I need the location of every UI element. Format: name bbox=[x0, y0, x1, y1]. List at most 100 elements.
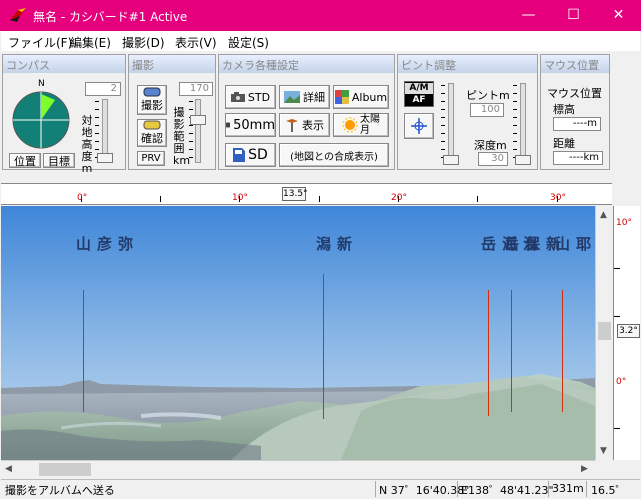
std-button[interactable]: STD bbox=[225, 85, 276, 109]
display-button[interactable]: 表示 bbox=[279, 113, 330, 137]
app-logo-icon bbox=[10, 8, 26, 22]
moon-label: 月 bbox=[360, 125, 370, 136]
sd-button[interactable]: SD bbox=[225, 143, 276, 167]
detail-button-label: 詳細 bbox=[303, 91, 325, 104]
prv-button[interactable]: PRV bbox=[137, 151, 165, 166]
range-value: 170 bbox=[179, 82, 213, 96]
mouse-panel: マウス位置 マウス位置 標高 ----m 距離 ----km bbox=[540, 54, 610, 170]
close-button[interactable]: ✕ bbox=[596, 0, 641, 31]
height-slider-ticks bbox=[95, 101, 99, 161]
azimuth-ruler[interactable]: 0° 10° 20° 30° 13.5° bbox=[1, 183, 612, 205]
signpost-icon bbox=[286, 119, 298, 132]
vertical-scrollbar[interactable]: ▲ ▼ bbox=[595, 206, 613, 460]
depth-slider-ticks bbox=[513, 85, 517, 163]
vertical-scroll-thumb[interactable] bbox=[598, 322, 611, 340]
focus-panel-title: ピント調整 bbox=[398, 55, 537, 73]
album-button[interactable]: Album bbox=[333, 85, 389, 109]
vruler-label-bottom: 0° bbox=[616, 377, 627, 387]
range-slider-thumb[interactable] bbox=[190, 115, 206, 125]
status-angle: 16.5゜ bbox=[591, 484, 627, 497]
status-separator bbox=[548, 481, 549, 497]
lens-50mm-label: 50mm bbox=[233, 117, 275, 133]
peak-label: 弥彦山 bbox=[74, 236, 134, 253]
menu-edit[interactable]: 編集(E) bbox=[70, 34, 111, 51]
shoot-panel-title: 撮影 bbox=[129, 55, 215, 73]
camera-small-icon bbox=[230, 92, 245, 102]
horizontal-scrollbar[interactable]: ◀ ▶ bbox=[1, 460, 595, 478]
height-value: 2 bbox=[85, 82, 121, 96]
detail-button[interactable]: 詳細 bbox=[279, 85, 330, 109]
shoot-button[interactable]: 撮影 bbox=[137, 85, 167, 115]
album-icon bbox=[334, 90, 349, 104]
landscape-icon bbox=[284, 91, 300, 103]
maximize-button[interactable]: ☐ bbox=[551, 0, 596, 31]
status-separator bbox=[375, 481, 376, 497]
peak-label: 新潟 bbox=[314, 236, 353, 253]
peak-marker-line bbox=[562, 290, 563, 412]
confirm-button-label: 確認 bbox=[141, 132, 163, 145]
std-button-label: STD bbox=[247, 90, 271, 104]
elevation-ruler[interactable]: 10° 3.2° 0° bbox=[613, 206, 640, 460]
scroll-left-arrow-icon[interactable]: ◀ bbox=[5, 464, 12, 474]
scroll-right-arrow-icon[interactable]: ▶ bbox=[581, 464, 588, 474]
height-label: 対地高度m bbox=[81, 114, 93, 175]
range-slider-track[interactable] bbox=[195, 99, 201, 163]
minimize-button[interactable]: — bbox=[506, 0, 551, 31]
focus-value: 100 bbox=[470, 103, 504, 117]
sun-moon-button[interactable]: 太陽 月 bbox=[333, 113, 389, 137]
focus-label: ピントm bbox=[466, 89, 510, 102]
status-separator bbox=[586, 481, 587, 497]
sun-moon-labels: 太陽 月 bbox=[360, 114, 380, 136]
window-title: 無名 - カシバード#1 Active bbox=[33, 10, 188, 24]
shoot-button-label: 撮影 bbox=[141, 99, 163, 112]
status-longitude: E138゜48'41.23" bbox=[461, 484, 554, 497]
vruler-tick bbox=[614, 428, 620, 429]
scroll-down-arrow-icon[interactable]: ▼ bbox=[600, 446, 607, 456]
confirm-button[interactable]: 確認 bbox=[137, 119, 167, 147]
panorama-view[interactable]: 弥彦山 新潟 温海岳 新保岳 摩耶山 bbox=[1, 206, 595, 460]
range-slider-ticks bbox=[189, 101, 193, 161]
camera-panel-title: カメラ各種設定 bbox=[219, 55, 394, 73]
menu-view[interactable]: 表示(V) bbox=[175, 34, 217, 51]
album-button-label: Album bbox=[351, 90, 388, 104]
vruler-label-top: 10° bbox=[616, 218, 632, 228]
elevation-value: ----m bbox=[553, 117, 601, 131]
horizontal-scroll-thumb[interactable] bbox=[39, 463, 91, 476]
lens-50mm-button[interactable]: 50mm bbox=[225, 113, 276, 137]
ruler-label-10: 10° bbox=[232, 193, 248, 203]
status-elevation: 331m bbox=[552, 482, 584, 495]
azimuth-cursor[interactable]: 13.5° bbox=[282, 187, 308, 201]
menu-bar: ファイル(F) 編集(E) 撮影(D) 表示(V) 設定(S) bbox=[1, 31, 640, 51]
menu-shoot[interactable]: 撮影(D) bbox=[122, 34, 165, 51]
peak-marker-line bbox=[323, 274, 324, 419]
scroll-up-arrow-icon[interactable]: ▲ bbox=[600, 210, 607, 220]
sd-card-icon bbox=[233, 148, 246, 162]
compass-north-label: N bbox=[38, 79, 45, 89]
height-slider-thumb[interactable] bbox=[97, 153, 113, 163]
menu-file[interactable]: ファイル(F) bbox=[8, 34, 72, 51]
am-label: A/M bbox=[405, 83, 433, 94]
compass-panel-title: コンパス bbox=[3, 55, 125, 73]
target-button[interactable]: 目標 bbox=[43, 153, 75, 168]
toolbar: コンパス N 2 対地高度m 位置 目標 撮影 撮影 確認 PRV 170 撮影 bbox=[1, 52, 640, 175]
af-mode-toggle[interactable]: A/M AF bbox=[404, 81, 434, 107]
sun-icon bbox=[342, 117, 358, 133]
mouse-panel-title: マウス位置 bbox=[541, 55, 609, 73]
elevation-cursor[interactable]: 3.2° bbox=[617, 324, 640, 338]
compass-dial-icon[interactable] bbox=[11, 90, 71, 150]
focus-slider-ticks bbox=[441, 85, 445, 163]
focus-slider-track[interactable] bbox=[448, 83, 454, 165]
depth-label: 深度m bbox=[474, 139, 507, 152]
title-bar: 無名 - カシバード#1 Active — ☐ ✕ bbox=[0, 0, 641, 31]
range-label: 撮影範囲km bbox=[173, 106, 191, 167]
crosshair-icon bbox=[411, 118, 427, 134]
vruler-tick bbox=[614, 316, 620, 317]
menu-settings[interactable]: 設定(S) bbox=[228, 34, 269, 51]
position-button[interactable]: 位置 bbox=[9, 153, 41, 168]
map-composite-button[interactable]: (地図との合成表示) bbox=[279, 143, 389, 167]
focus-slider-thumb[interactable] bbox=[443, 155, 459, 165]
depth-slider-thumb[interactable] bbox=[515, 155, 531, 165]
depth-slider-track[interactable] bbox=[520, 83, 526, 165]
status-latitude: N 37゜16'40.38" bbox=[379, 484, 470, 497]
focus-target-button[interactable] bbox=[404, 113, 434, 139]
